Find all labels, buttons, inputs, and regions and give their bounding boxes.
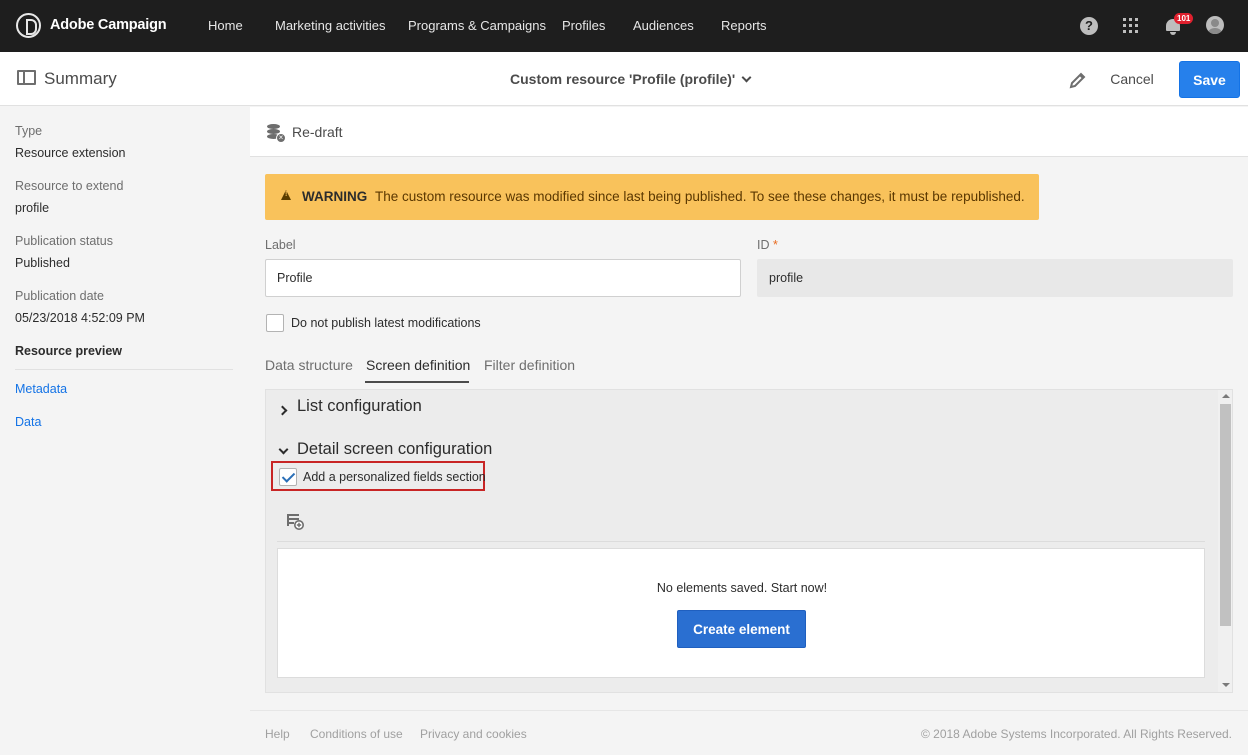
nav-marketing-activities[interactable]: Marketing activities	[275, 18, 386, 33]
detail-screen-configuration-title[interactable]: Detail screen configuration	[297, 440, 492, 459]
summary-sidebar: Type Resource extension Resource to exte…	[0, 107, 250, 755]
type-label: Type	[15, 124, 43, 138]
redraft-toolbar: × Re-draft	[250, 107, 1248, 157]
required-mark: *	[772, 238, 778, 252]
footer-privacy-link[interactable]: Privacy and cookies	[420, 727, 527, 741]
resource-title-text: Custom resource 'Profile (profile)'	[510, 71, 736, 87]
warning-banner: WARNING The custom resource was modified…	[265, 174, 1039, 220]
notification-badge: 101	[1174, 13, 1194, 24]
panel-scrollbar[interactable]	[1218, 390, 1232, 692]
data-link[interactable]: Data	[15, 415, 41, 429]
resource-to-extend-label: Resource to extend	[15, 179, 124, 193]
warning-icon	[281, 190, 291, 200]
brand-name[interactable]: Adobe Campaign	[50, 17, 167, 33]
resource-to-extend-value: profile	[15, 201, 50, 215]
tab-screen-definition[interactable]: Screen definition	[366, 357, 470, 373]
nav-audiences[interactable]: Audiences	[633, 18, 694, 33]
chevron-down-icon	[741, 72, 752, 83]
personalized-fields-checkbox[interactable]	[279, 468, 297, 486]
pencil-icon[interactable]	[1068, 70, 1088, 90]
publication-status-label: Publication status	[15, 234, 113, 248]
action-bar: Summary Custom resource 'Profile (profil…	[0, 52, 1248, 106]
adobe-campaign-logo-icon[interactable]	[16, 13, 41, 38]
avatar-icon[interactable]	[1206, 16, 1224, 34]
redraft-button[interactable]: Re-draft	[292, 124, 343, 140]
warning-title: WARNING	[302, 189, 368, 204]
publication-date-value: 05/23/2018 4:52:09 PM	[15, 311, 145, 325]
nav-profiles[interactable]: Profiles	[562, 18, 605, 33]
publication-status-value: Published	[15, 256, 70, 270]
summary-title[interactable]: Summary	[44, 69, 117, 89]
nav-programs-campaigns[interactable]: Programs & Campaigns	[408, 18, 546, 33]
top-nav-bar: Adobe Campaign Home Marketing activities…	[0, 0, 1248, 52]
label-input[interactable]: Profile	[265, 259, 741, 297]
do-not-publish-label[interactable]: Do not publish latest modifications	[291, 316, 481, 330]
warning-message: The custom resource was modified since l…	[375, 189, 1025, 204]
summary-panel-icon[interactable]	[17, 70, 36, 85]
footer-help-link[interactable]: Help	[265, 727, 290, 741]
tab-filter-definition[interactable]: Filter definition	[484, 357, 575, 373]
add-element-icon[interactable]	[286, 512, 304, 530]
list-configuration-title[interactable]: List configuration	[297, 397, 422, 416]
metadata-link[interactable]: Metadata	[15, 382, 67, 396]
chevron-right-icon[interactable]	[277, 405, 288, 416]
nav-reports[interactable]: Reports	[721, 18, 767, 33]
database-redraft-icon[interactable]: ×	[267, 124, 286, 143]
do-not-publish-checkbox[interactable]	[266, 314, 284, 332]
nav-home[interactable]: Home	[208, 18, 243, 33]
save-button[interactable]: Save	[1179, 61, 1240, 98]
sidebar-divider	[15, 369, 233, 370]
copyright-text: © 2018 Adobe Systems Incorporated. All R…	[920, 727, 1232, 741]
empty-state-message: No elements saved. Start now!	[656, 581, 828, 595]
page-footer: Help Conditions of use Privacy and cooki…	[250, 710, 1248, 755]
label-field-label: Label	[265, 238, 296, 252]
active-tab-indicator	[365, 381, 469, 383]
scroll-thumb[interactable]	[1220, 404, 1231, 626]
scroll-up-icon[interactable]	[1222, 394, 1230, 398]
apps-grid-icon[interactable]	[1122, 17, 1140, 35]
publication-date-label: Publication date	[15, 289, 104, 303]
resource-title-dropdown[interactable]: Custom resource 'Profile (profile)'	[510, 71, 752, 87]
toolbar-separator	[277, 541, 1205, 542]
help-icon[interactable]: ?	[1080, 17, 1098, 35]
create-element-button[interactable]: Create element	[677, 610, 806, 648]
id-label-text: ID	[757, 238, 770, 252]
resource-preview-heading: Resource preview	[15, 344, 122, 358]
type-value: Resource extension	[15, 146, 126, 160]
footer-conditions-link[interactable]: Conditions of use	[310, 727, 403, 741]
id-input: profile	[757, 259, 1233, 297]
personalized-fields-label[interactable]: Add a personalized fields section	[303, 470, 486, 484]
chevron-down-icon[interactable]	[278, 444, 289, 455]
scroll-down-icon[interactable]	[1222, 683, 1230, 687]
id-field-label: ID *	[757, 238, 778, 252]
screen-definition-panel: List configuration Detail screen configu…	[265, 389, 1233, 693]
tab-data-structure[interactable]: Data structure	[265, 357, 353, 373]
elements-empty-state: No elements saved. Start now! Create ele…	[277, 548, 1205, 678]
main-panel: × Re-draft WARNING The custom resource w…	[250, 107, 1248, 710]
cancel-button[interactable]: Cancel	[1102, 68, 1162, 90]
